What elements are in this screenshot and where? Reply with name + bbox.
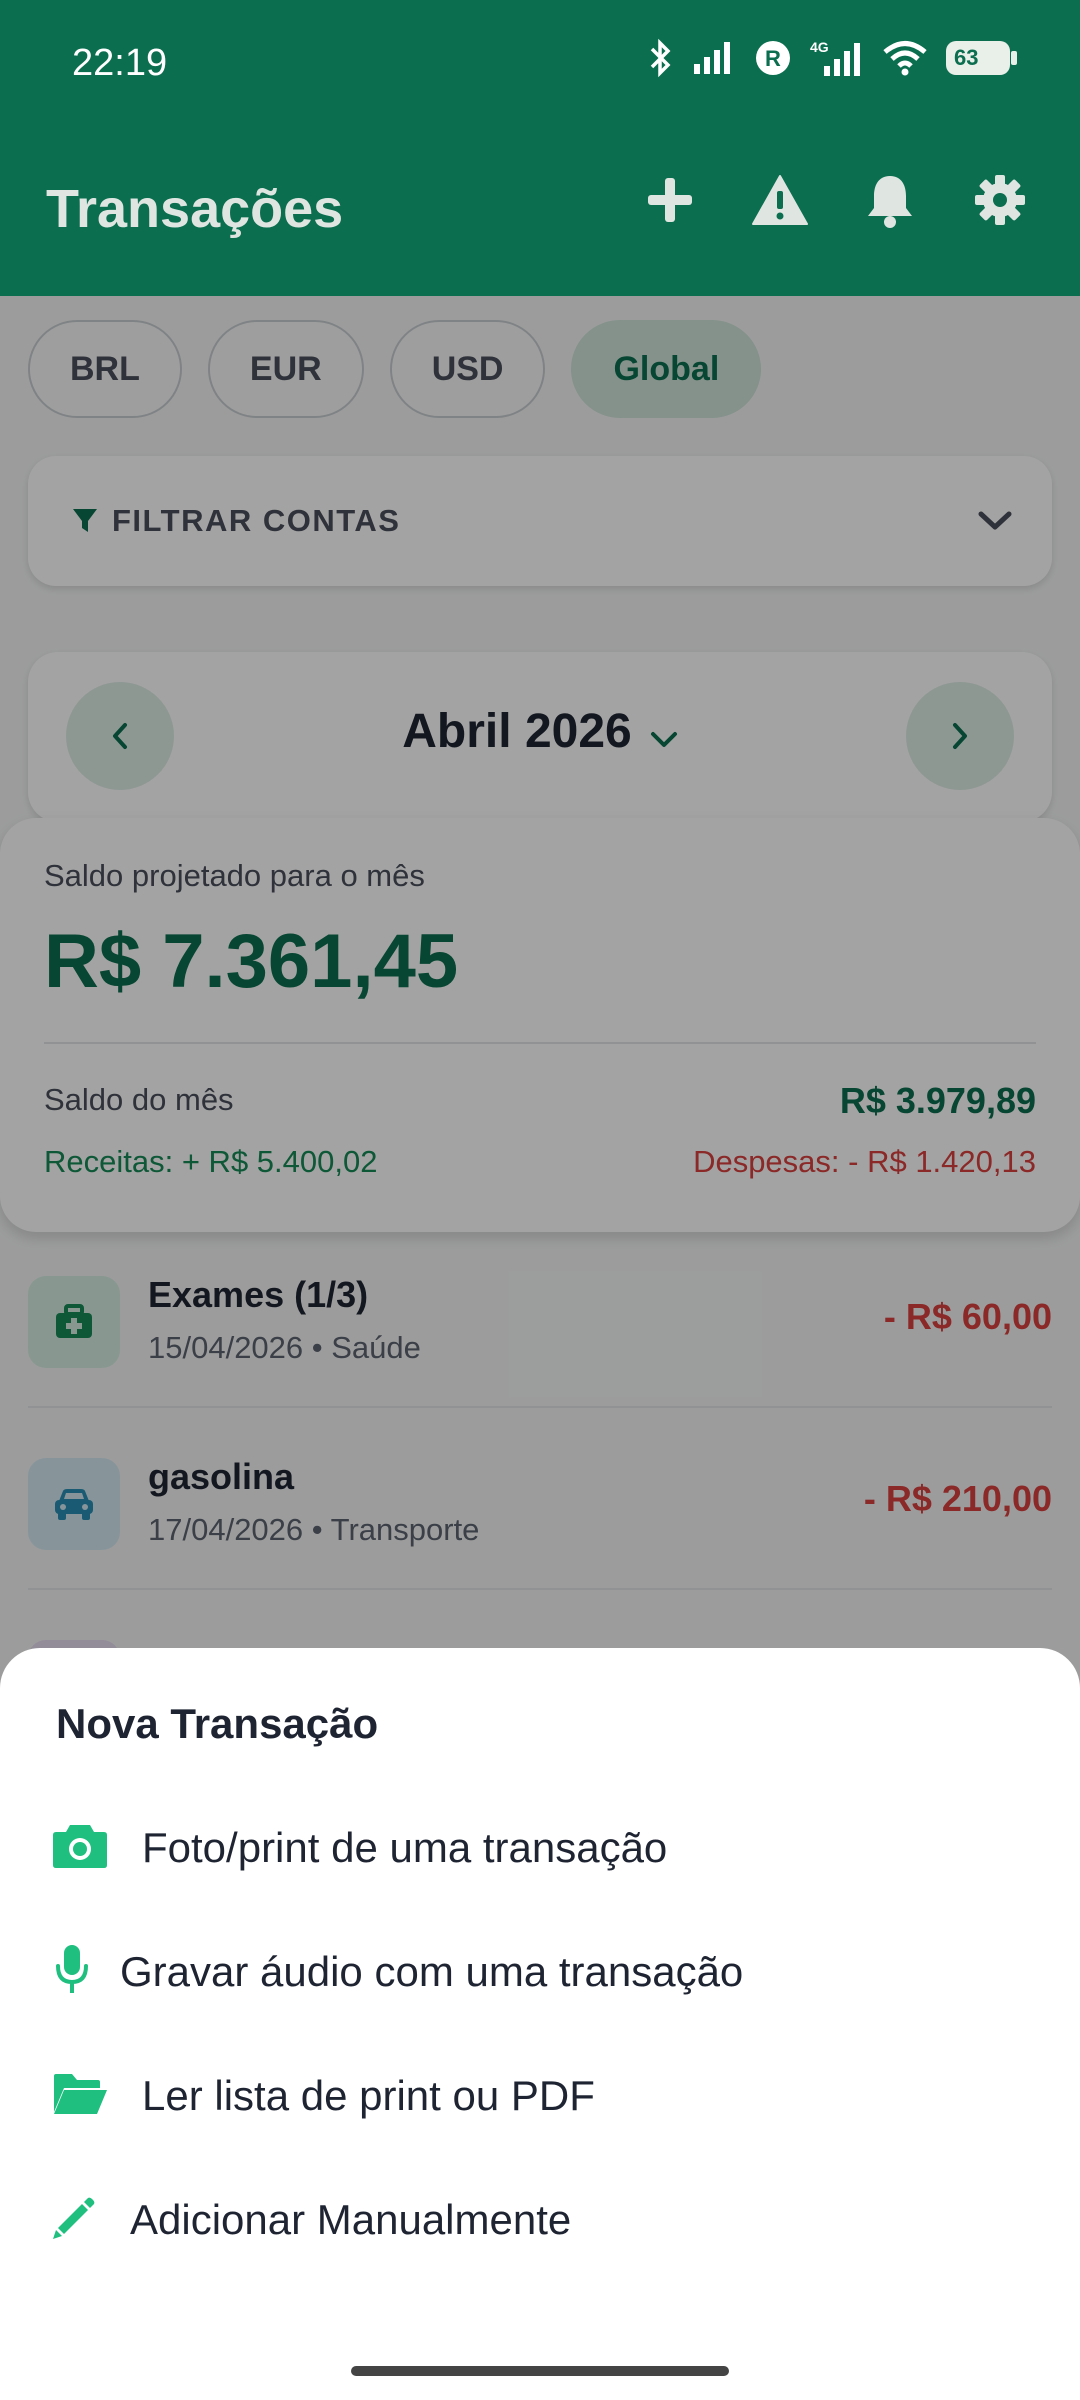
- notifications-button[interactable]: [860, 170, 920, 230]
- sheet-title: Nova Transação: [56, 1700, 379, 1747]
- status-time: 22:19: [72, 42, 168, 84]
- record-audio-option[interactable]: Gravar áudio com uma transação: [0, 1914, 1080, 2024]
- battery-indicator: 63: [946, 41, 1017, 75]
- option-label: Gravar áudio com uma transação: [120, 1948, 744, 1995]
- pencil-icon: [50, 2190, 98, 2246]
- option-label: Foto/print de uma transação: [142, 1824, 668, 1871]
- bell-icon: [868, 176, 912, 228]
- signal-icon: [694, 42, 730, 74]
- app-actions: [640, 170, 1030, 230]
- add-button[interactable]: [640, 170, 700, 230]
- home-indicator[interactable]: [351, 2366, 729, 2376]
- status-icons: R 4G 63: [648, 38, 1017, 78]
- read-list-option[interactable]: Ler lista de print ou PDF: [0, 2038, 1080, 2148]
- photo-transaction-option[interactable]: Foto/print de uma transação: [0, 1790, 1080, 1900]
- add-manually-option[interactable]: Adicionar Manualmente: [0, 2162, 1080, 2272]
- camera-icon: [50, 1818, 110, 1874]
- alerts-button[interactable]: [750, 170, 810, 230]
- option-label: Ler lista de print ou PDF: [142, 2072, 595, 2119]
- bluetooth-icon: [650, 38, 671, 78]
- plus-icon: [648, 178, 692, 222]
- warning-icon: [752, 175, 808, 225]
- microphone-icon: [50, 1942, 94, 1998]
- new-transaction-sheet: Nova Transação Foto/print de uma transaç…: [0, 1648, 1080, 2400]
- option-label: Adicionar Manualmente: [130, 2196, 572, 2243]
- folder-open-icon: [50, 2066, 110, 2122]
- settings-button[interactable]: [970, 170, 1030, 230]
- roaming-icon: R: [756, 41, 790, 75]
- signal-4g-icon: 4G: [810, 39, 860, 76]
- status-bar: 22:19 R 4G 63: [0, 0, 1080, 120]
- svg-text:R: R: [765, 46, 781, 71]
- gear-icon: [975, 175, 1025, 225]
- app-header: 22:19 R 4G 63 Transações: [0, 0, 1080, 296]
- svg-text:4G: 4G: [810, 39, 829, 55]
- wifi-icon: [883, 41, 927, 76]
- page-title: Transações: [46, 179, 344, 239]
